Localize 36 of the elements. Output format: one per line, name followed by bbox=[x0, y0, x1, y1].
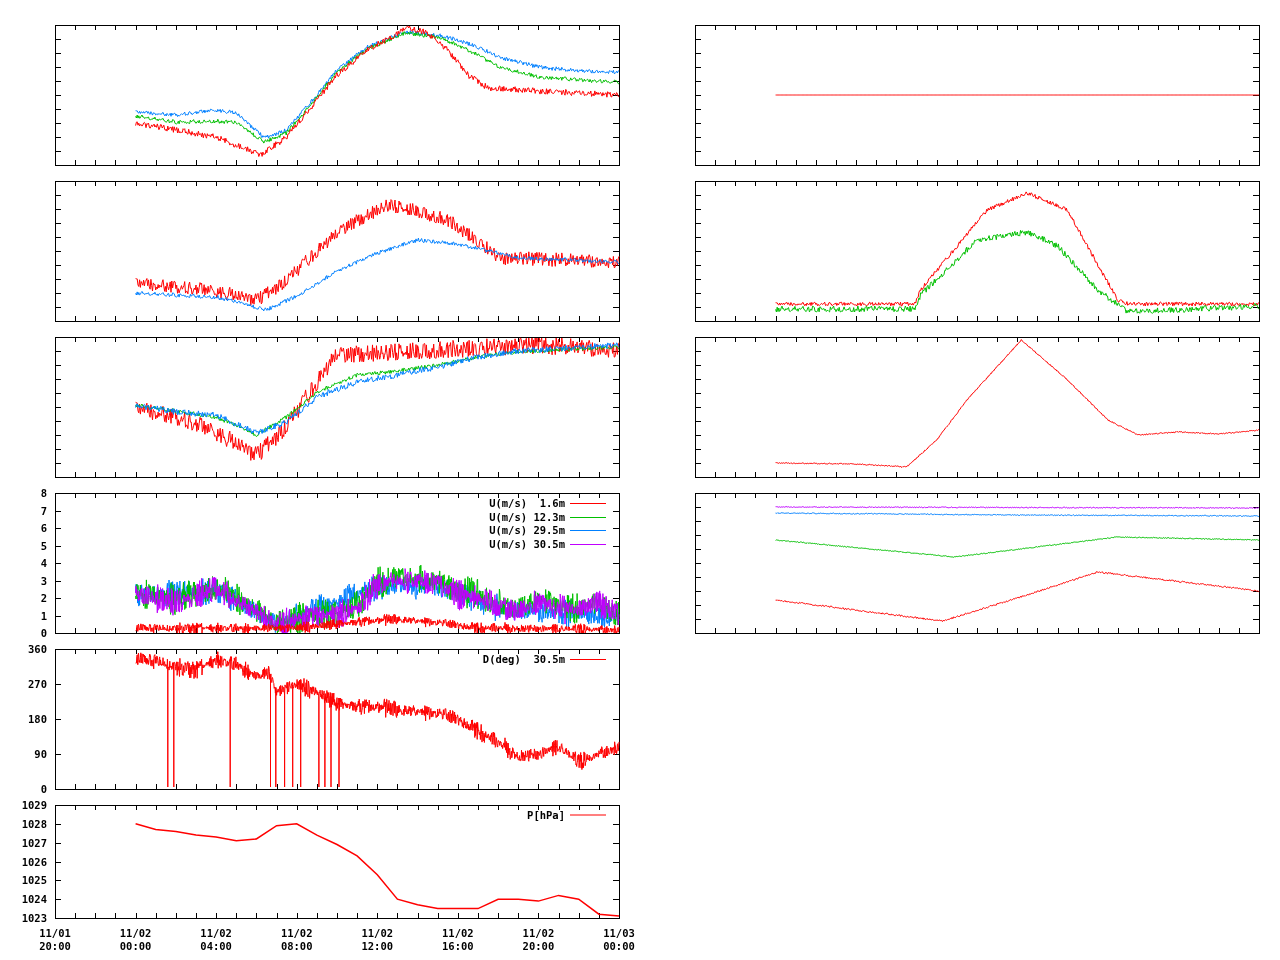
x-tick-label: 11/01 20:00 bbox=[39, 927, 71, 952]
x-tick-label: 11/02 12:00 bbox=[361, 927, 394, 952]
y-tick-label: 3 bbox=[40, 574, 47, 587]
legend-entry: U(m/s) 1.6m bbox=[489, 497, 606, 509]
legend-label: P[hPa] bbox=[527, 809, 565, 821]
y-tick-label: 1029 bbox=[21, 799, 47, 811]
y-tick-label: 0 bbox=[40, 627, 47, 637]
x-tick-label: 11/02 04:00 bbox=[200, 927, 232, 952]
y-tick-label: 0 bbox=[40, 783, 47, 793]
legend-entry: U(m/s) 12.3m bbox=[489, 511, 606, 523]
y-tick-label: 7 bbox=[40, 504, 47, 517]
x-tick-label: 11/02 16:00 bbox=[442, 927, 474, 952]
legend-entry: D(deg) 30.5m bbox=[482, 653, 606, 665]
y-tick-label: 6 bbox=[40, 522, 47, 534]
x-tick-label: 11/03 00:00 bbox=[603, 927, 635, 952]
x-tick-label: 11/02 08:00 bbox=[280, 927, 313, 952]
y-tick-label: 1024 bbox=[21, 893, 47, 906]
legend-entry: U(m/s) 30.5m bbox=[489, 538, 606, 550]
x-tick-label: 11/02 00:00 bbox=[119, 927, 152, 952]
y-tick-label: 1027 bbox=[21, 836, 47, 849]
y-tick-label: 360 bbox=[28, 643, 47, 655]
y-tick-label: 270 bbox=[28, 678, 47, 690]
y-tick-label: 1026 bbox=[21, 855, 47, 868]
y-tick-label: 5 bbox=[40, 539, 47, 552]
y-tick-label: 1025 bbox=[21, 874, 47, 887]
y-tick-label: 1023 bbox=[21, 912, 47, 924]
y-tick-label: 1 bbox=[40, 609, 47, 622]
y-tick-label: 90 bbox=[34, 748, 47, 760]
y-tick-label: 180 bbox=[28, 713, 47, 725]
x-tick-label: 11/02 20:00 bbox=[522, 927, 555, 952]
legend-entry: U(m/s) 29.5m bbox=[489, 524, 606, 536]
y-tick-label: 8 bbox=[40, 487, 47, 499]
y-tick-label: 2 bbox=[40, 592, 47, 604]
y-tick-label: 4 bbox=[40, 557, 47, 569]
legend-entry: P[hPa] bbox=[527, 809, 606, 821]
y-tick-label: 1028 bbox=[21, 817, 47, 830]
